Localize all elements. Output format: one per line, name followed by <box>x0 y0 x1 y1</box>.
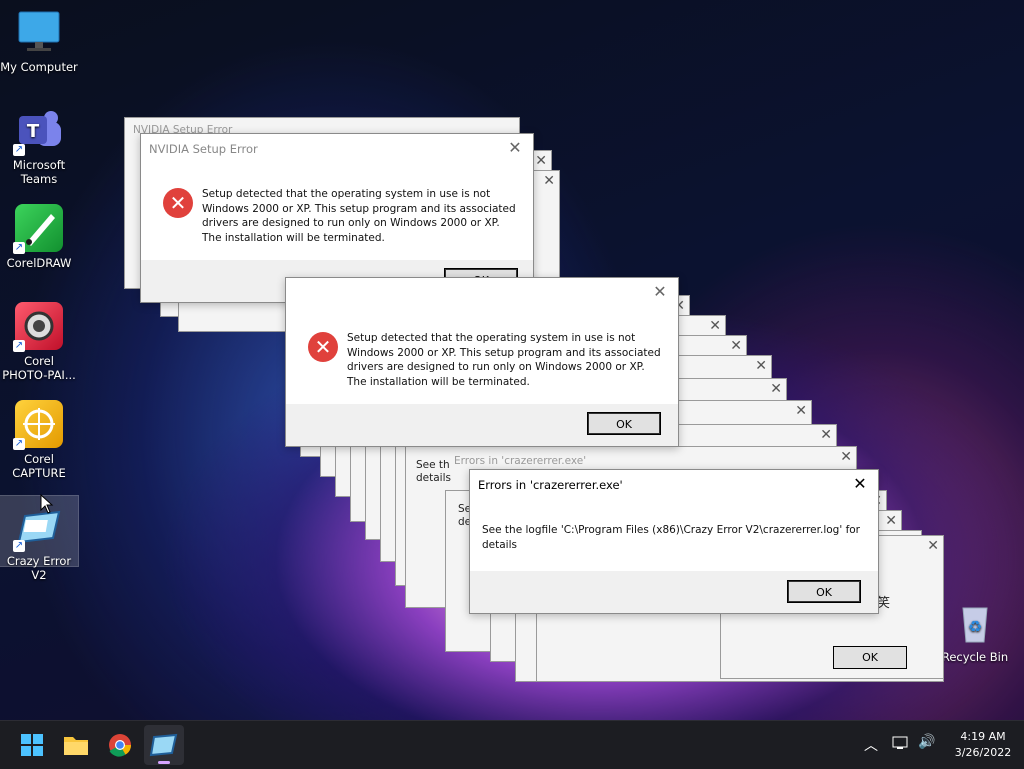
chrome-icon <box>109 734 131 757</box>
svg-text:♻: ♻ <box>968 617 982 636</box>
close-icon: ✕ <box>535 153 547 169</box>
dialog-footer: OK <box>286 404 678 446</box>
close-icon: ✕ <box>885 513 897 529</box>
close-icon[interactable]: ✕ <box>505 138 525 158</box>
chrome-button[interactable] <box>100 725 140 765</box>
desktop-icon-label: Recycle Bin <box>941 650 1009 664</box>
crazy-error-icon <box>149 733 178 757</box>
nvidia-setup-error-dialog-2[interactable]: ✕ ✕ Setup detected that the operating sy… <box>285 277 679 447</box>
ghost-title: Errors in 'crazererrer.exe' <box>454 455 587 467</box>
desktop-icon-label: Corel CAPTURE <box>12 452 66 480</box>
desktop-icon-photo-paint[interactable]: ↗ Corel PHOTO-PAI... <box>0 302 78 382</box>
desktop-icon-label: CorelDRAW <box>6 256 72 270</box>
error-icon: ✕ <box>308 332 338 362</box>
corel-capture-icon: ↗ <box>13 400 63 450</box>
desktop-icon-coreldraw[interactable]: ↗ CorelDRAW <box>0 204 78 270</box>
close-icon: ✕ <box>795 403 807 419</box>
coreldraw-icon: ↗ <box>13 204 63 254</box>
close-icon: ✕ <box>820 427 832 443</box>
desktop-icon-crazy-error[interactable]: ↗ Crazy Error V2 <box>0 495 79 582</box>
taskbar: ︿ 🔊 4:19 AM 3/26/2022 <box>0 720 1024 769</box>
close-icon: ✕ <box>730 338 742 354</box>
ok-button[interactable]: OK <box>587 412 661 435</box>
dialog-message: Setup detected that the operating system… <box>202 187 516 245</box>
close-icon[interactable]: ✕ <box>650 282 670 302</box>
crazy-error-icon: ↗ <box>13 502 63 552</box>
close-icon: ✕ <box>770 381 782 397</box>
desktop-icon-label: Microsoft Teams <box>12 158 66 186</box>
close-icon: ✕ <box>755 358 767 374</box>
message-line: drivers are designed to run only on Wind… <box>202 217 500 230</box>
shortcut-arrow-icon: ↗ <box>13 242 25 254</box>
close-icon: ✕ <box>709 318 721 334</box>
photo-paint-icon: ↗ <box>13 302 63 352</box>
message-line: Windows 2000 or XP. This setup program a… <box>202 202 516 215</box>
windows-icon <box>21 734 43 756</box>
desktop-icon-recycle-bin[interactable]: ♻ Recycle Bin <box>936 598 1014 664</box>
message-line: drivers are designed to run only on Wind… <box>347 361 645 374</box>
dialog-message: Setup detected that the operating system… <box>347 331 661 389</box>
show-hidden-icons-button[interactable]: ︿ <box>864 735 878 755</box>
volume-icon[interactable]: 🔊 <box>918 734 935 750</box>
folder-icon <box>64 737 88 755</box>
dialog-message: See the logfile 'C:\Program Files (x86)\… <box>482 523 860 552</box>
clock-time: 4:19 AM <box>960 730 1006 743</box>
message-line: The installation will be terminated. <box>202 231 385 244</box>
desktop-icon-my-computer[interactable]: My Computer <box>0 8 78 74</box>
shortcut-arrow-icon: ↗ <box>13 540 25 552</box>
message-line: Windows 2000 or XP. This setup program a… <box>347 346 661 359</box>
desktop-icon-label: Corel PHOTO-PAI... <box>2 354 76 382</box>
active-indicator <box>158 761 170 764</box>
close-icon[interactable]: ✕ <box>850 474 870 494</box>
dialog-titlebar[interactable]: Errors in 'crazererrer.exe' ✕ <box>470 470 878 500</box>
dialog-titlebar[interactable]: NVIDIA Setup Error ✕ <box>141 134 533 164</box>
message-line: See the logfile 'C:\Program Files (x86)\… <box>482 524 860 536</box>
start-button[interactable] <box>12 725 52 765</box>
error-icon: ✕ <box>163 188 193 218</box>
ok-button[interactable]: OK <box>787 580 861 603</box>
dialog-title: NVIDIA Setup Error <box>149 142 258 156</box>
desktop-icon-label: My Computer <box>0 60 78 74</box>
close-icon: ✕ <box>543 173 555 189</box>
shortcut-arrow-icon: ↗ <box>13 438 25 450</box>
desktop-icon-teams[interactable]: T ↗ Microsoft Teams <box>0 106 78 186</box>
teams-icon: T ↗ <box>13 106 63 156</box>
dialog-footer: OK <box>470 571 878 613</box>
desktop-icon-label: Crazy Error V2 <box>6 554 72 582</box>
mouse-cursor-icon <box>40 493 54 517</box>
ok-button[interactable]: OK <box>833 646 907 669</box>
message-line: details <box>482 538 517 551</box>
recycle-bin-icon: ♻ <box>951 598 999 646</box>
network-icon[interactable] <box>892 735 910 754</box>
clock-date: 3/26/2022 <box>954 746 1012 759</box>
ok-button-label: OK <box>862 651 878 664</box>
file-explorer-button[interactable] <box>56 725 96 765</box>
ghost-text: details <box>416 472 451 484</box>
monitor-icon <box>15 8 63 56</box>
message-line: The installation will be terminated. <box>347 375 530 388</box>
close-icon: ✕ <box>840 449 852 465</box>
desktop-icon-corel-capture[interactable]: ↗ Corel CAPTURE <box>0 400 78 480</box>
close-icon: ✕ <box>927 538 939 554</box>
message-line: Setup detected that the operating system… <box>347 332 636 344</box>
dialog-titlebar[interactable]: ✕ <box>286 278 678 308</box>
crazy-error-taskbar-button[interactable] <box>144 725 184 765</box>
dialog-title: Errors in 'crazererrer.exe' <box>478 478 623 492</box>
ghost-text: See th <box>416 459 450 471</box>
shortcut-arrow-icon: ↗ <box>13 340 25 352</box>
clock[interactable]: 4:19 AM 3/26/2022 <box>946 729 1020 761</box>
message-line: Setup detected that the operating system… <box>202 188 491 200</box>
svg-text:T: T <box>27 121 40 142</box>
crazererrer-error-dialog[interactable]: Errors in 'crazererrer.exe' ✕ See the lo… <box>469 469 879 614</box>
shortcut-arrow-icon: ↗ <box>13 144 25 156</box>
